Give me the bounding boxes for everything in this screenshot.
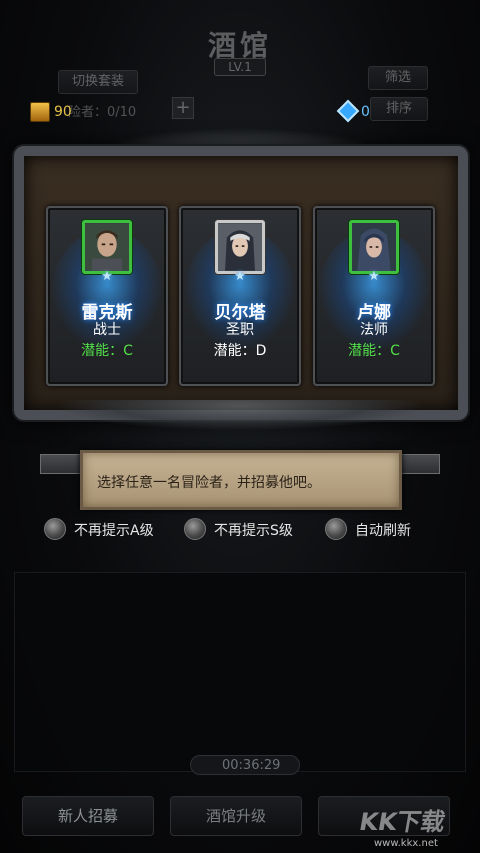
hero-star-icon: ★ xyxy=(101,269,113,284)
hero-star-icon: ★ xyxy=(368,269,380,284)
checkbox-icon[interactable] xyxy=(325,518,347,540)
tooltip-box: 选择任意一名冒险者，并招募他吧。 xyxy=(80,450,402,510)
priest-portrait xyxy=(215,220,265,274)
mage-portrait-image xyxy=(352,223,396,271)
adventurer-list-panel xyxy=(14,572,466,772)
sort-button[interactable]: 排序 xyxy=(370,97,428,121)
option-label: 不再提示S级 xyxy=(214,523,293,539)
option-label: 不再提示A级 xyxy=(74,523,154,539)
hero-potential: 潜能：C xyxy=(348,343,400,359)
checkbox-icon[interactable] xyxy=(184,518,206,540)
refresh-timer: 00:36:29 xyxy=(222,758,281,773)
tavern-screen: 酒馆 LV.1 切换套装 筛选 排序 险者：0/10 + 90 0 ★ 雷克斯 … xyxy=(0,0,480,853)
hero-potential: 潜能：C xyxy=(81,343,133,359)
switch-outfit-button[interactable]: 切换套装 xyxy=(58,70,138,94)
watermark-text: KK下载 xyxy=(357,808,448,836)
gold-icon xyxy=(30,102,50,122)
gem-amount: 0 xyxy=(361,104,370,120)
adventurer-count: 险者：0/10 xyxy=(68,105,137,120)
hero-card-luna[interactable]: ★ 卢娜 法师 潜能：C xyxy=(313,206,435,386)
tooltip-text: 选择任意一名冒险者，并招募他吧。 xyxy=(97,475,321,491)
hero-card-rex[interactable]: ★ 雷克斯 战士 潜能：C xyxy=(46,206,168,386)
hint-tooltip: 选择任意一名冒险者，并招募他吧。 xyxy=(40,448,440,514)
frame-bottom-ornament xyxy=(60,400,420,430)
hero-potential: 潜能：D xyxy=(213,343,267,359)
filter-button[interactable]: 筛选 xyxy=(368,66,428,90)
warrior-portrait xyxy=(82,220,132,274)
tavern-level-badge: LV.1 xyxy=(214,58,266,76)
tavern-header: 酒馆 LV.1 切换套装 筛选 排序 险者：0/10 + xyxy=(0,0,480,140)
new-recruit-button[interactable]: 新人招募 xyxy=(22,796,154,836)
option-label: 自动刷新 xyxy=(355,523,411,539)
hero-card-berta[interactable]: ★ 贝尔塔 圣职 潜能：D xyxy=(179,206,301,386)
mage-portrait xyxy=(349,220,399,274)
hero-class: 圣职 xyxy=(226,322,254,338)
watermark-url: www.kkx.net xyxy=(374,838,438,849)
priest-portrait-image xyxy=(218,223,262,271)
warrior-portrait-image xyxy=(85,223,129,271)
hero-class: 战士 xyxy=(93,322,121,338)
add-slot-button[interactable]: + xyxy=(172,97,194,119)
checkbox-icon[interactable] xyxy=(44,518,66,540)
gold-amount: 90 xyxy=(54,104,72,120)
hero-star-icon: ★ xyxy=(234,269,246,284)
tavern-upgrade-button[interactable]: 酒馆升级 xyxy=(170,796,302,836)
hero-class: 法师 xyxy=(360,322,388,338)
